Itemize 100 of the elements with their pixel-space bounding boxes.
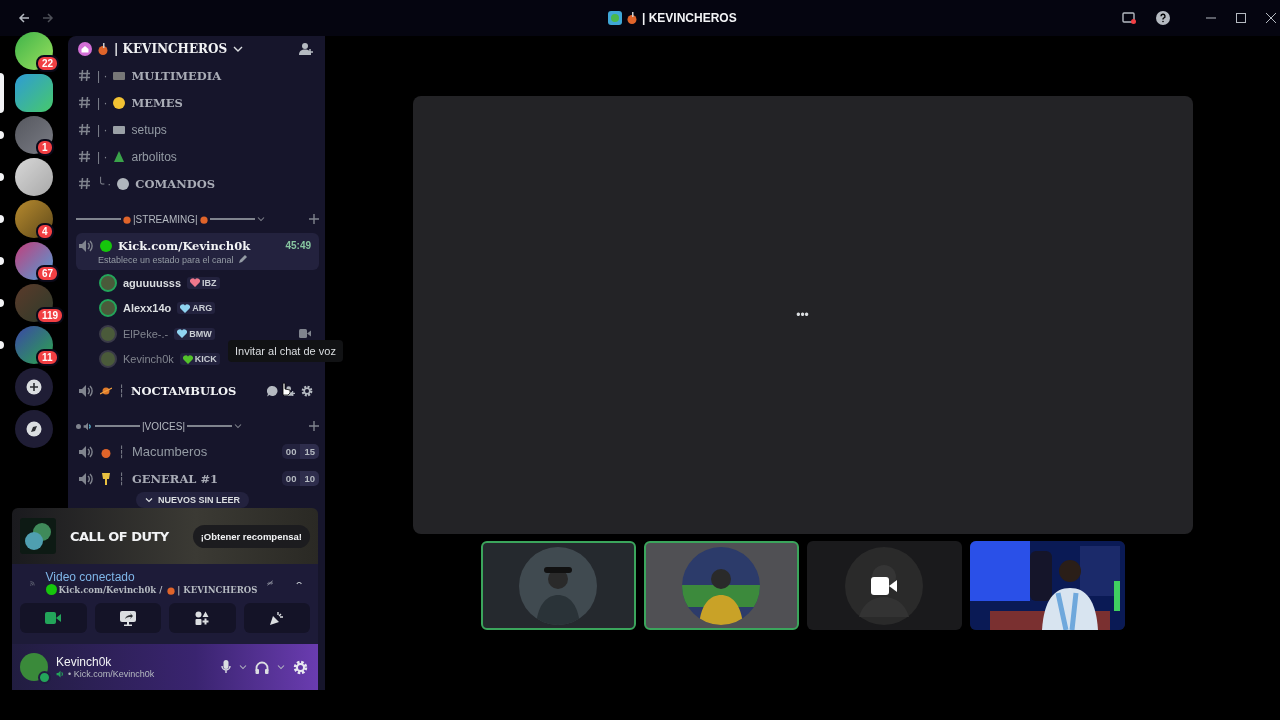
member-avatar[interactable] — [99, 273, 117, 292]
screen-share-button[interactable] — [94, 603, 161, 633]
member-avatar[interactable] — [99, 299, 117, 318]
member-avatar[interactable] — [99, 324, 117, 343]
reward-icon — [20, 518, 56, 554]
emoji-icon — [117, 177, 130, 190]
channel-name[interactable]: MEMES — [131, 95, 183, 110]
category-name[interactable]: |STREAMING| — [133, 213, 198, 225]
activities-button[interactable] — [169, 603, 236, 633]
server-icon — [608, 11, 622, 25]
video-camera-icon — [871, 576, 897, 595]
user-avatar[interactable] — [20, 653, 48, 681]
hash-icon — [78, 69, 91, 82]
speaker-icon — [78, 238, 94, 253]
category-name[interactable]: |VOICES| — [142, 420, 185, 432]
channel-name[interactable]: GENERAL #1 — [132, 471, 219, 486]
user-limit: 15 — [300, 444, 319, 459]
back-icon[interactable] — [18, 12, 30, 24]
forward-icon[interactable] — [42, 12, 54, 24]
channel-prefix: ╰ · — [97, 176, 112, 191]
screen-icon[interactable] — [1122, 12, 1136, 24]
timer: 45:49 — [285, 240, 311, 251]
game-logo: CALL OF DUTY — [70, 528, 169, 544]
server-name[interactable]: | KEVINCHEROS — [114, 42, 228, 56]
server-link[interactable]: | KEVINCHEROS — [177, 584, 258, 595]
voice-channel-link[interactable]: Kick.com/Kevinch0k / — [58, 584, 166, 595]
member-avatar[interactable] — [99, 350, 117, 369]
member-name[interactable]: aguuuusss — [123, 276, 182, 289]
video-tile[interactable] — [643, 541, 799, 630]
member-name[interactable]: ElPeke-.- — [123, 327, 169, 340]
shapes-icon — [195, 611, 210, 625]
channel-prefix: ┆ — [118, 384, 125, 398]
mate-icon — [199, 214, 208, 224]
pencil-icon[interactable] — [237, 255, 247, 264]
server-icon[interactable] — [15, 200, 53, 238]
channel-prefix: | · — [97, 95, 108, 110]
emoji-icon — [113, 123, 126, 136]
mention-badge: 4 — [36, 223, 54, 240]
member-name[interactable]: Kevinch0k — [123, 353, 174, 366]
voice-channel[interactable]: Kick.com/Kevinch0k 45:49 Establece un estado para el canal — [76, 233, 319, 270]
reward-button[interactable]: ¡Obtener recompensa! — [192, 524, 310, 548]
help-icon[interactable] — [1156, 11, 1170, 25]
hash-icon — [78, 177, 91, 190]
speaker-icon — [78, 384, 94, 398]
channel-name[interactable]: MULTIMEDIA — [131, 68, 222, 83]
speaker-icon — [78, 444, 94, 459]
chevron-icon — [145, 497, 153, 503]
microphone-icon[interactable] — [221, 660, 231, 674]
emoji-icon — [113, 96, 126, 109]
compass-icon — [26, 421, 42, 437]
emoji-icon — [113, 150, 126, 163]
server-icon[interactable] — [15, 158, 53, 196]
hash-icon — [78, 123, 91, 136]
party-popper-icon — [269, 610, 285, 626]
settings-icon[interactable] — [301, 385, 313, 397]
speaker-icon — [83, 421, 93, 431]
explore-button[interactable] — [15, 410, 53, 448]
headphones-icon[interactable] — [255, 660, 269, 674]
channel-name[interactable]: Macumberos — [132, 444, 208, 459]
add-channel-icon[interactable] — [309, 421, 319, 431]
tooltip: Invitar al chat de voz — [228, 340, 343, 362]
connection-status: Video conectado — [45, 570, 136, 584]
live-dot-icon — [45, 584, 57, 595]
server-icon[interactable] — [15, 326, 53, 364]
add-channel-icon[interactable] — [309, 214, 319, 224]
video-camera-icon — [299, 329, 311, 339]
status-dot-icon — [38, 671, 51, 684]
screen-share-icon — [119, 610, 136, 626]
channel-name[interactable]: setups — [131, 122, 167, 137]
speaker-icon — [56, 670, 65, 678]
soundboard-button[interactable] — [243, 603, 310, 633]
mention-badge: 1 — [36, 139, 54, 156]
server-icon[interactable] — [15, 242, 53, 280]
video-tile[interactable] — [480, 541, 636, 630]
emoji-icon — [113, 69, 126, 82]
hash-icon — [78, 96, 91, 109]
member-name[interactable]: Alexx14o — [123, 302, 172, 315]
close-icon[interactable] — [1266, 13, 1276, 23]
channel-name[interactable]: COMANDOS — [135, 176, 215, 191]
channel-prefix: | · — [97, 122, 108, 137]
add-member-icon[interactable] — [299, 42, 313, 56]
channel-name[interactable]: arbolitos — [131, 149, 177, 164]
video-tile[interactable] — [806, 541, 962, 630]
channel-name: Kick.com/Kevinch0k — [118, 238, 251, 253]
unread-button[interactable]: NUEVOS SIN LEER — [136, 492, 249, 508]
mate-icon — [627, 12, 637, 24]
chat-icon[interactable] — [267, 385, 278, 397]
channel-status: Establece un estado para el canal — [98, 254, 234, 265]
add-server-button[interactable] — [15, 368, 53, 406]
user-status: • Kick.com/Kevinch0k — [68, 669, 155, 679]
emoji-icon — [101, 472, 111, 485]
user-name: Kevinch0k — [56, 655, 113, 669]
loading-indicator: ••• — [796, 308, 809, 322]
server-icon[interactable] — [15, 74, 53, 112]
camera-button[interactable] — [20, 603, 87, 633]
maximize-icon[interactable] — [1236, 13, 1246, 23]
window-title: | KEVINCHEROS — [642, 11, 737, 25]
hash-icon — [78, 150, 91, 163]
channel-prefix: | · — [97, 68, 108, 83]
channel-name[interactable]: NOCTAMBULOS — [131, 384, 237, 398]
